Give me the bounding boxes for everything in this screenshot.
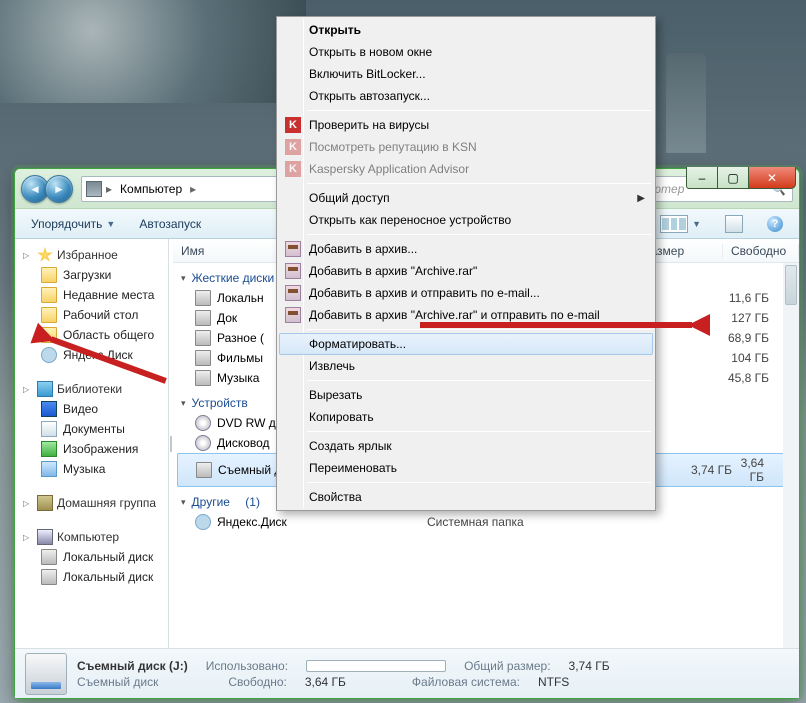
preview-pane-icon — [725, 215, 743, 233]
folder-icon — [41, 287, 57, 303]
usage-bar — [306, 660, 446, 672]
cm-create-shortcut[interactable]: Создать ярлык — [279, 435, 653, 457]
drive-icon — [195, 310, 211, 326]
breadcrumb-sep2: ▸ — [190, 182, 196, 196]
cm-ksn-reputation[interactable]: KПосмотреть репутацию в KSN — [279, 136, 653, 158]
winrar-icon — [285, 285, 301, 301]
view-icon — [660, 215, 688, 233]
drive-icon — [41, 549, 57, 565]
nav-videos[interactable]: Видео — [15, 399, 168, 419]
status-title: Съемный диск (J:) — [77, 659, 188, 673]
nav-documents[interactable]: Документы — [15, 419, 168, 439]
maximize-button[interactable]: ▢ — [717, 167, 749, 189]
drive-icon — [195, 330, 211, 346]
cm-kaspersky-advisor[interactable]: KKaspersky Application Advisor — [279, 158, 653, 180]
drive-icon — [195, 370, 211, 386]
column-free[interactable]: Свободно — [723, 244, 799, 258]
breadcrumb-computer[interactable]: Компьютер — [116, 182, 186, 196]
computer-icon — [86, 181, 102, 197]
help-icon: ? — [767, 216, 783, 232]
cloud-icon — [195, 514, 211, 530]
dvd-icon — [195, 415, 211, 431]
nav-pictures[interactable]: Изображения — [15, 439, 168, 459]
cm-check-viruses[interactable]: KПроверить на вирусы — [279, 114, 653, 136]
status-total-value: 3,74 ГБ — [569, 659, 610, 673]
library-icon — [37, 381, 53, 397]
nav-favorites-header[interactable]: ▷Избранное — [15, 245, 168, 265]
cm-open-autoplay[interactable]: Открыть автозапуск... — [279, 85, 653, 107]
removable-drive-icon — [196, 462, 212, 478]
cm-archive-and-email[interactable]: Добавить в архив и отправить по e-mail..… — [279, 282, 653, 304]
homegroup-icon — [37, 495, 53, 511]
cm-open-portable[interactable]: Открыть как переносное устройство — [279, 209, 653, 231]
status-subtitle: Съемный диск — [77, 675, 158, 689]
kaspersky-icon: K — [285, 139, 301, 155]
floppy-icon — [195, 435, 211, 451]
drive-icon — [195, 290, 211, 306]
folder-icon — [41, 307, 57, 323]
cm-bitlocker[interactable]: Включить BitLocker... — [279, 63, 653, 85]
computer-icon — [37, 529, 53, 545]
nav-recent[interactable]: Недавние места — [15, 285, 168, 305]
scrollbar-thumb[interactable] — [785, 265, 797, 305]
folder-icon — [41, 267, 57, 283]
drive-icon — [195, 350, 211, 366]
cm-format[interactable]: Форматировать... — [279, 333, 653, 355]
nav-local-disk-2[interactable]: Локальный диск — [15, 567, 168, 587]
annotation-arrow-right — [420, 318, 710, 332]
help-button[interactable]: ? — [759, 213, 791, 235]
status-used-label: Использовано: — [206, 659, 288, 673]
cm-eject[interactable]: Извлечь — [279, 355, 653, 377]
cm-cut[interactable]: Вырезать — [279, 384, 653, 406]
status-free-value: 3,64 ГБ — [305, 675, 346, 689]
cm-open-new-window[interactable]: Открыть в новом окне — [279, 41, 653, 63]
nav-libraries-header[interactable]: ▷Библиотеки — [15, 379, 168, 399]
drive-icon — [41, 569, 57, 585]
music-icon — [41, 461, 57, 477]
status-total-label: Общий размер: — [464, 659, 550, 673]
status-fs-value: NTFS — [538, 675, 569, 689]
status-fs-label: Файловая система: — [412, 675, 520, 689]
nav-forward-button[interactable]: ► — [45, 175, 73, 203]
video-icon — [41, 401, 57, 417]
breadcrumb-sep: ▸ — [106, 182, 112, 196]
cm-copy[interactable]: Копировать — [279, 406, 653, 428]
cm-share[interactable]: Общий доступ▶ — [279, 187, 653, 209]
cm-add-to-archive[interactable]: Добавить в архив... — [279, 238, 653, 260]
document-icon — [41, 421, 57, 437]
cm-add-to-archive-rar[interactable]: Добавить в архив "Archive.rar" — [279, 260, 653, 282]
cm-properties[interactable]: Свойства — [279, 486, 653, 508]
removable-drive-large-icon — [25, 653, 67, 695]
winrar-icon — [285, 263, 301, 279]
view-mode-button[interactable]: ▼ — [652, 212, 709, 236]
preview-pane-button[interactable] — [717, 212, 751, 236]
status-free-label: Свободно: — [228, 675, 287, 689]
cm-open[interactable]: Открыть — [279, 19, 653, 41]
winrar-icon — [285, 241, 301, 257]
navigation-pane: ▷Избранное Загрузки Недавние места Рабоч… — [15, 239, 169, 648]
star-icon — [37, 247, 53, 263]
cm-rename[interactable]: Переименовать — [279, 457, 653, 479]
nav-downloads[interactable]: Загрузки — [15, 265, 168, 285]
details-pane: Съемный диск (J:) Использовано: Общий ра… — [15, 648, 799, 698]
close-button[interactable]: ✕ — [748, 167, 796, 189]
kaspersky-icon: K — [285, 117, 301, 133]
picture-icon — [41, 441, 57, 457]
vertical-scrollbar[interactable] — [783, 263, 799, 648]
nav-computer-header[interactable]: ▷Компьютер — [15, 527, 168, 547]
nav-homegroup-header[interactable]: ▷Домашняя группа — [15, 493, 168, 513]
submenu-arrow-icon: ▶ — [637, 193, 645, 204]
winrar-icon — [285, 307, 301, 323]
nav-music[interactable]: Музыка — [15, 459, 168, 479]
nav-local-disk-1[interactable]: Локальный диск — [15, 547, 168, 567]
drive-row[interactable]: Яндекс.ДискСистемная папка — [173, 512, 799, 532]
autoplay-button[interactable]: Автозапуск — [131, 214, 209, 234]
context-menu: Открыть Открыть в новом окне Включить Bi… — [276, 16, 656, 511]
organize-button[interactable]: Упорядочить ▼ — [23, 214, 123, 234]
kaspersky-icon: K — [285, 161, 301, 177]
minimize-button[interactable]: – — [686, 167, 718, 189]
